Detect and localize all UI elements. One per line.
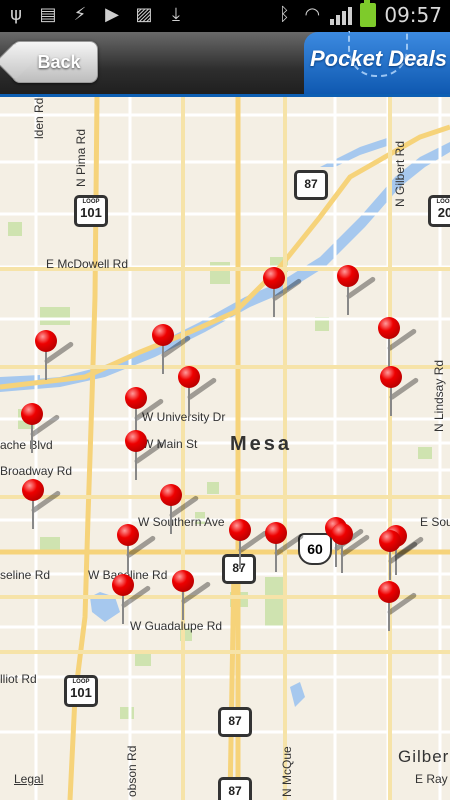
- road-label-elliot: lliot Rd: [0, 672, 37, 686]
- download-icon: ⤓: [172, 4, 180, 25]
- deal-pin[interactable]: [263, 267, 303, 317]
- loop-101-shield-top: LOOP 101: [74, 195, 108, 227]
- usb-icon: ψ: [10, 4, 22, 25]
- route-87-shield-top: 87: [294, 170, 328, 200]
- road-label-ray: E Ray R: [415, 772, 450, 786]
- deal-pin[interactable]: [172, 570, 212, 620]
- road-label-gilbert: N Gilbert Rd: [393, 140, 407, 207]
- road-label-dobson: obson Rd: [125, 745, 139, 797]
- deal-pin[interactable]: [379, 530, 419, 580]
- deal-pin[interactable]: [178, 366, 218, 416]
- deal-pin[interactable]: [331, 523, 371, 573]
- deal-pin[interactable]: [21, 403, 61, 453]
- bluetooth-icon: ᛒ: [278, 4, 290, 25]
- status-bar: ψ ▤ ⚡ ▶ ▨ ⤓ ᛒ ◠ 09:57: [0, 0, 450, 32]
- deal-pin[interactable]: [125, 430, 165, 480]
- deal-pin[interactable]: [265, 522, 305, 572]
- road-label-mcdowell: E McDowell Rd: [46, 257, 129, 271]
- sd-card-icon: ▤: [39, 4, 57, 25]
- clock: 09:57: [384, 3, 442, 27]
- brand-label: Pocket Deals: [310, 46, 447, 71]
- road-label-broadway: Broadway Rd: [0, 464, 73, 478]
- deal-pin[interactable]: [117, 524, 157, 574]
- road-label-guadalupe: W Guadalupe Rd: [130, 619, 223, 633]
- deal-pin[interactable]: [378, 317, 418, 367]
- play-store-icon: ▶: [105, 4, 119, 25]
- deal-pin[interactable]: [152, 324, 192, 374]
- deal-pin[interactable]: [160, 484, 200, 534]
- battery-icon: [360, 0, 377, 27]
- deal-pin[interactable]: [380, 366, 420, 416]
- road-label-e-southern: E Sou: [420, 515, 450, 529]
- back-button[interactable]: Back: [12, 41, 98, 83]
- route-87-shield-low: 87: [218, 707, 252, 737]
- back-button-label: Back: [37, 52, 81, 72]
- sync-icon: ⚡: [73, 4, 87, 25]
- map-view[interactable]: lden Rd N Pima Rd N Gilbert Rd N Lindsay…: [0, 97, 450, 800]
- wifi-icon: ◠: [304, 4, 321, 25]
- deal-pin[interactable]: [112, 574, 152, 624]
- deal-pin[interactable]: [35, 330, 75, 380]
- road-label-baseline-w: seline Rd: [0, 568, 51, 582]
- brand-logo: Pocket Deals: [304, 31, 450, 94]
- signal-icon: [330, 5, 353, 25]
- road-label-alma: lden Rd: [32, 97, 46, 139]
- road-label-pima: N Pima Rd: [74, 128, 88, 187]
- legal-link[interactable]: Legal: [14, 772, 43, 786]
- route-87-shield-bottom: 87: [218, 777, 252, 800]
- deal-pin[interactable]: [22, 479, 62, 529]
- city-label-mesa: Mesa: [230, 433, 293, 455]
- image-icon: ▨: [135, 4, 153, 25]
- deal-pin[interactable]: [229, 519, 269, 569]
- deal-pin[interactable]: [378, 581, 418, 631]
- road-label-mcqueen: N McQue: [280, 746, 294, 797]
- city-label-gilbert: Gilber: [398, 747, 450, 766]
- loop-202-shield: LOOP20: [428, 195, 450, 227]
- road-label-lindsay: N Lindsay Rd: [432, 359, 446, 432]
- app-header: Back Pocket Deals: [0, 31, 450, 97]
- deal-pin[interactable]: [337, 265, 377, 315]
- loop-101-shield-bottom: LOOP 101: [64, 675, 98, 707]
